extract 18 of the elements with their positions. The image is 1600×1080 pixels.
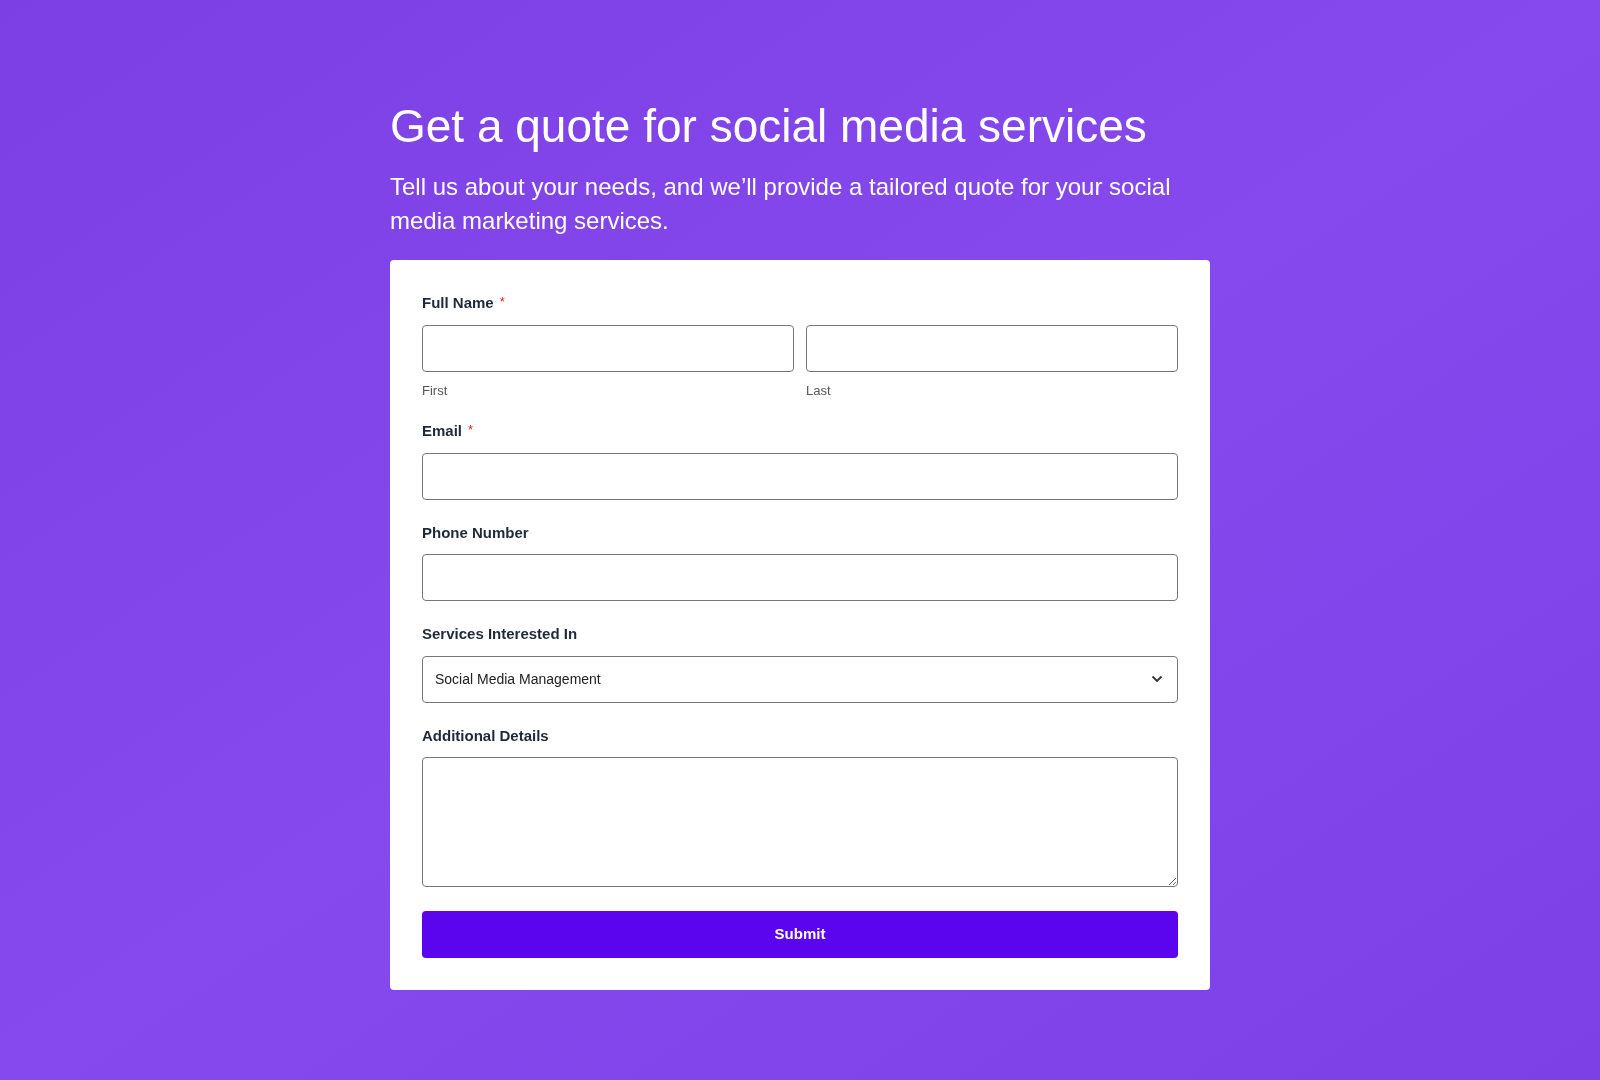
field-label: Phone Number: [422, 522, 529, 543]
submit-button[interactable]: Submit: [422, 911, 1178, 958]
page-subheading: Tell us about your needs, and we’ll provide a tailored quote for your social media marketing services.: [390, 172, 1172, 236]
chevron-down-icon: [1151, 675, 1163, 683]
text-input-field[interactable]: [422, 554, 1178, 601]
name-input-field[interactable]: [806, 324, 1178, 372]
page-heading: Get a quote for social media services: [390, 99, 1148, 154]
field-sublabel: First: [422, 381, 449, 400]
field-label: Additional Details: [422, 725, 549, 746]
field-label: Services Interested In: [422, 624, 578, 644]
field-label: Full Name: [422, 293, 494, 313]
field-sublabel: Last: [806, 381, 832, 400]
required-mark: *: [499, 293, 505, 311]
field-label: Email: [422, 421, 463, 441]
name-input-field[interactable]: [422, 324, 794, 372]
text-input-field[interactable]: [422, 452, 1178, 500]
services-dropdown[interactable]: Social Media Management: [422, 655, 1178, 703]
required-mark: *: [468, 421, 474, 439]
